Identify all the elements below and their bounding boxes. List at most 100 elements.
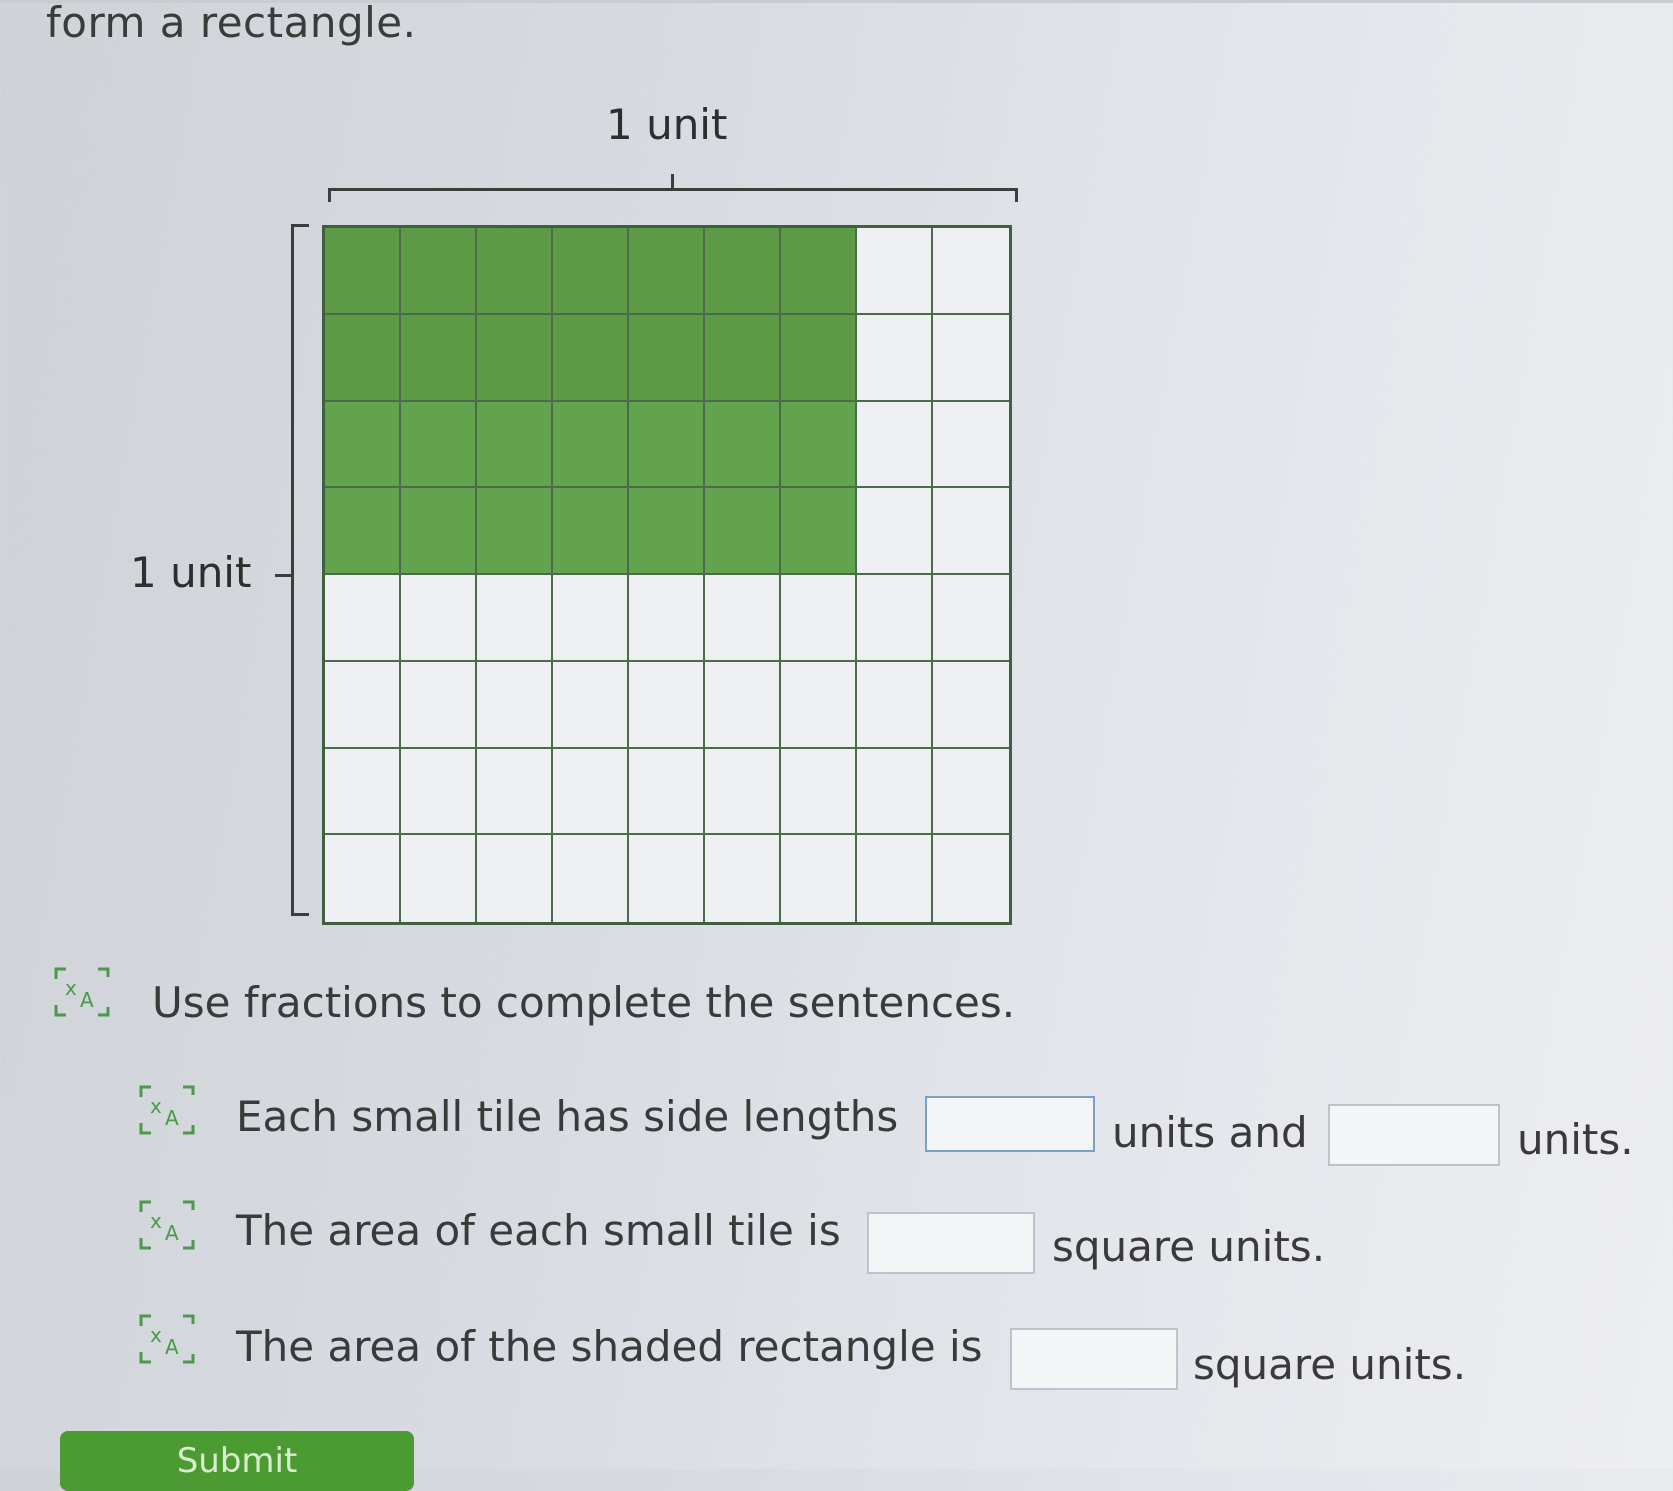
unshaded-tile (553, 661, 629, 749)
svg-text:A: A (80, 988, 94, 1012)
unshaded-tile (553, 748, 629, 836)
shaded-tile (781, 401, 857, 489)
text-to-speech-icon[interactable]: x A (52, 965, 112, 1019)
top-unit-label: 1 unit (606, 100, 728, 149)
svg-text:A: A (165, 1335, 179, 1359)
shaded-tile (781, 488, 857, 575)
unshaded-tile (629, 575, 705, 662)
unshaded-tile (401, 575, 477, 662)
tile-grid (322, 225, 1012, 925)
tile-area-answer[interactable] (867, 1212, 1035, 1274)
unshaded-tile (781, 575, 857, 662)
unshaded-tile (325, 835, 401, 922)
shaded-tile (553, 228, 629, 315)
unshaded-tile (477, 575, 553, 662)
side-length-answer-1[interactable] (925, 1096, 1095, 1152)
shaded-tile (629, 488, 705, 575)
unshaded-tile (933, 575, 1009, 662)
shaded-tile (325, 401, 401, 489)
shaded-tile (781, 228, 857, 315)
shaded-tile (705, 488, 781, 575)
unshaded-tile (857, 835, 933, 922)
unshaded-tile (629, 661, 705, 749)
unshaded-tile (857, 401, 933, 489)
unshaded-tile (933, 748, 1009, 836)
header-text: form a rectangle. (46, 0, 417, 47)
shaded-tile (553, 488, 629, 575)
unshaded-tile (629, 748, 705, 836)
unshaded-tile (477, 835, 553, 922)
unshaded-tile (781, 748, 857, 836)
side-unit-label: 1 unit (130, 548, 252, 597)
unshaded-tile (401, 835, 477, 922)
shaded-tile (629, 401, 705, 489)
unshaded-tile (325, 748, 401, 836)
unshaded-tile (477, 748, 553, 836)
unshaded-tile (933, 314, 1009, 402)
shaded-area-answer[interactable] (1010, 1328, 1178, 1390)
top-bracket (328, 188, 1018, 202)
shaded-tile (629, 314, 705, 402)
unshaded-tile (325, 575, 401, 662)
side-bracket-tick (275, 574, 292, 577)
unshaded-tile (857, 575, 933, 662)
svg-text:A: A (165, 1221, 179, 1245)
sentence-1-part-2: units and (1112, 1108, 1308, 1157)
shaded-tile (781, 314, 857, 402)
unshaded-tile (933, 228, 1009, 315)
svg-text:x: x (150, 1323, 162, 1347)
shaded-tile (477, 401, 553, 489)
text-to-speech-icon[interactable]: x A (137, 1083, 197, 1137)
shaded-tile (477, 488, 553, 575)
unshaded-tile (781, 835, 857, 922)
unshaded-tile (781, 661, 857, 749)
unshaded-tile (933, 401, 1009, 489)
svg-text:x: x (65, 976, 77, 1000)
unshaded-tile (629, 835, 705, 922)
submit-button[interactable]: Submit (60, 1431, 414, 1491)
shaded-tile (477, 314, 553, 402)
shaded-tile (705, 401, 781, 489)
unshaded-tile (705, 661, 781, 749)
side-length-answer-2[interactable] (1328, 1104, 1500, 1166)
shaded-tile (553, 314, 629, 402)
unshaded-tile (553, 575, 629, 662)
shaded-tile (705, 314, 781, 402)
shaded-tile (325, 314, 401, 402)
unshaded-tile (857, 748, 933, 836)
svg-text:x: x (150, 1094, 162, 1118)
unshaded-tile (857, 228, 933, 315)
shaded-tile (705, 228, 781, 315)
side-bracket (291, 224, 309, 916)
unshaded-tile (705, 835, 781, 922)
unshaded-tile (857, 661, 933, 749)
shaded-tile (401, 228, 477, 315)
sentence-2-part-1: The area of each small tile is (236, 1206, 841, 1255)
instructions-text: Use fractions to complete the sentences. (152, 978, 1016, 1027)
unshaded-tile (325, 661, 401, 749)
top-bracket-tick (671, 174, 674, 189)
unshaded-tile (705, 575, 781, 662)
sentence-2-part-2: square units. (1052, 1222, 1326, 1271)
unshaded-tile (401, 661, 477, 749)
unshaded-tile (933, 661, 1009, 749)
sentence-3-part-2: square units. (1193, 1340, 1467, 1389)
shaded-tile (477, 228, 553, 315)
unshaded-tile (705, 748, 781, 836)
shaded-tile (401, 488, 477, 575)
shaded-tile (401, 314, 477, 402)
shaded-tile (325, 488, 401, 575)
text-to-speech-icon[interactable]: x A (137, 1198, 197, 1252)
unshaded-tile (933, 488, 1009, 575)
unshaded-tile (857, 488, 933, 575)
svg-text:x: x (150, 1209, 162, 1233)
text-to-speech-icon[interactable]: x A (137, 1312, 197, 1366)
shaded-tile (325, 228, 401, 315)
sentence-1-part-1: Each small tile has side lengths (236, 1092, 899, 1141)
sentence-1-part-3: units. (1517, 1115, 1634, 1164)
sentence-3-part-1: The area of the shaded rectangle is (236, 1322, 983, 1371)
unshaded-tile (477, 661, 553, 749)
unshaded-tile (857, 314, 933, 402)
shaded-tile (553, 401, 629, 489)
shaded-tile (401, 401, 477, 489)
